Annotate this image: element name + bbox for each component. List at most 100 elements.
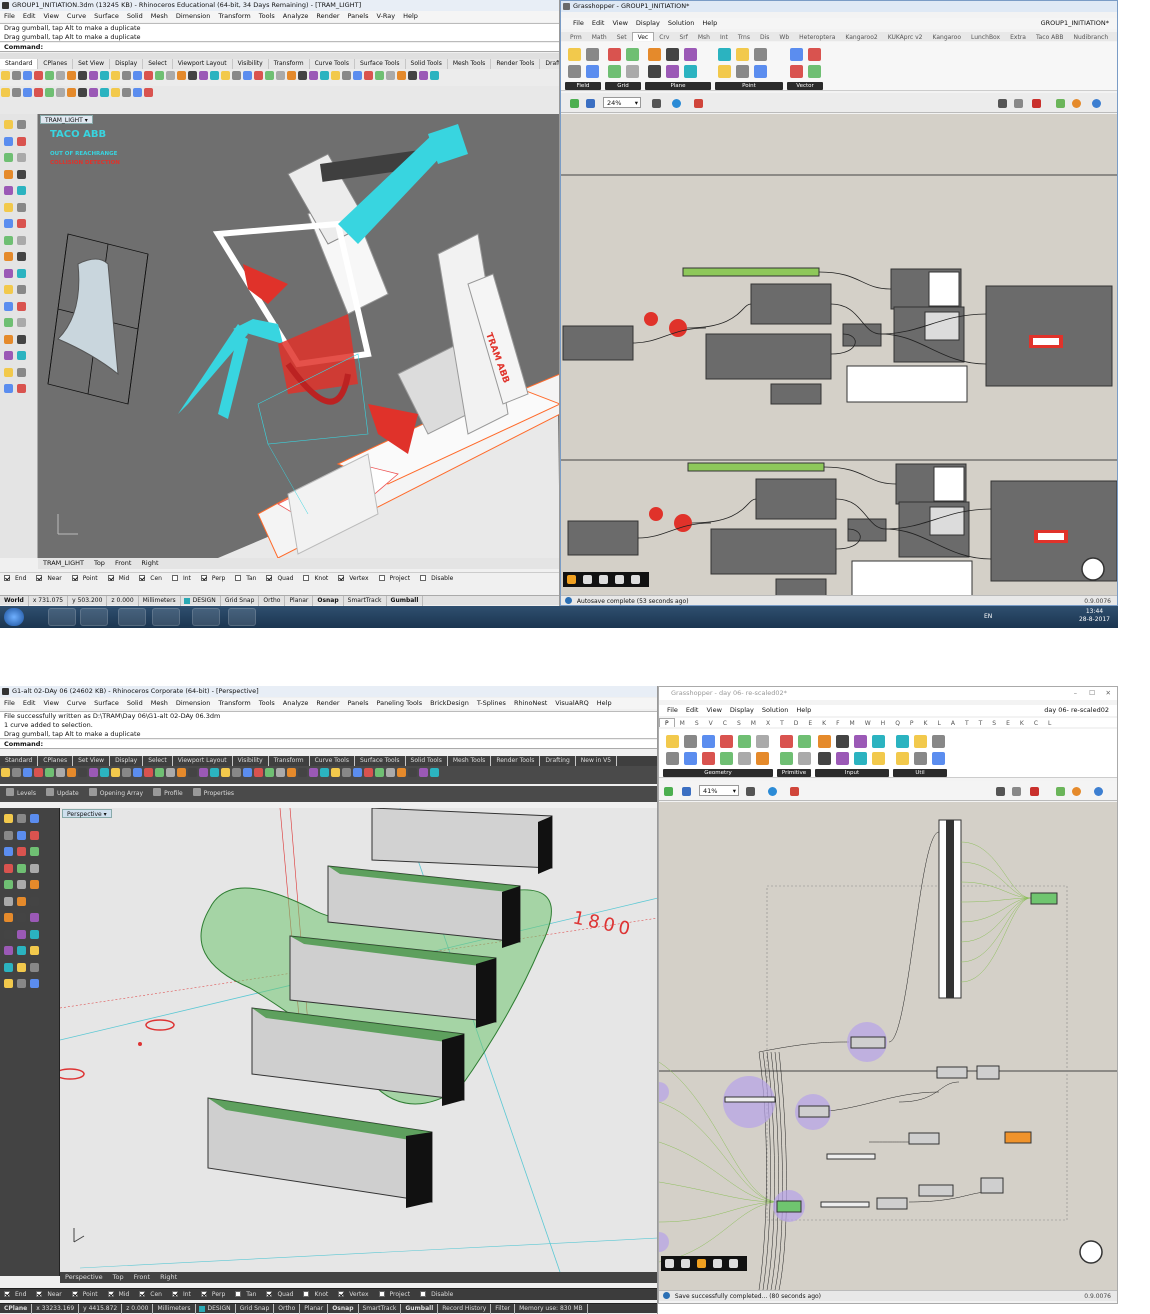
toolbar-icon[interactable] [210, 768, 219, 777]
tool-icon[interactable] [30, 962, 39, 972]
gh-tab[interactable]: Int [715, 33, 733, 41]
toolbar-tab[interactable]: Visibility [233, 59, 269, 69]
menu-item[interactable]: Solution [758, 705, 792, 716]
menu-item[interactable]: T-Splines [473, 698, 510, 709]
component-icon[interactable] [702, 752, 715, 765]
tool-icon[interactable] [4, 929, 13, 939]
toolbar-tab[interactable]: Standard [0, 756, 39, 766]
checkbox[interactable] [235, 1291, 242, 1297]
checkbox[interactable] [338, 575, 345, 581]
preview-off-icon[interactable] [998, 99, 1007, 108]
tool-icon[interactable] [17, 318, 26, 327]
tool-icon[interactable] [4, 120, 13, 129]
tool-icon[interactable] [4, 384, 13, 393]
tool-icon[interactable] [4, 169, 13, 179]
tool-icon[interactable] [17, 301, 26, 311]
toolbar-tab[interactable]: Transform [269, 59, 310, 69]
toolbar-icon[interactable] [430, 768, 439, 777]
gh-tab[interactable]: Msh [693, 33, 715, 41]
osnap-vertex[interactable]: Vertex [338, 1289, 373, 1301]
graph-icon[interactable] [713, 1259, 722, 1268]
gh-tab[interactable]: K [1015, 719, 1029, 727]
gh-tab[interactable]: K [919, 719, 933, 727]
tool-icon[interactable] [17, 219, 26, 228]
tool-icon[interactable] [17, 334, 26, 344]
component-icon[interactable] [666, 48, 679, 61]
menu-item[interactable]: Edit [19, 11, 40, 22]
graph-icon[interactable] [615, 575, 624, 584]
component-icon[interactable] [736, 65, 749, 78]
toolbar-icon[interactable] [133, 768, 142, 777]
toolbar-icon[interactable] [353, 71, 362, 80]
gh-tab[interactable]: A [946, 719, 960, 727]
checkbox[interactable] [235, 575, 242, 581]
status-layer[interactable]: DESIGN [196, 1304, 236, 1314]
zoom-extents-icon[interactable] [746, 787, 755, 796]
tool-icon[interactable] [4, 896, 13, 906]
tool-icon[interactable] [17, 252, 26, 261]
toolbar-icon[interactable] [276, 768, 285, 777]
gh-tab[interactable]: L [932, 719, 945, 727]
gh-tab[interactable]: Kangaroo2 [840, 33, 882, 41]
checkbox[interactable] [139, 1291, 146, 1297]
osnap-tan[interactable]: Tan [235, 1289, 261, 1301]
toolbar-icon[interactable] [232, 71, 241, 80]
gh-tab[interactable]: M [675, 719, 690, 727]
toolbar-icon[interactable] [45, 768, 54, 777]
tool-icon[interactable] [30, 863, 39, 873]
tool-icon[interactable] [4, 252, 13, 261]
osnap-quad[interactable]: Quad [266, 573, 298, 585]
component-icon[interactable] [684, 65, 697, 78]
command-prompt[interactable]: Command: [0, 43, 559, 52]
view-tab[interactable]: Perspective [60, 1272, 108, 1283]
toolbar-tab[interactable]: Transform [269, 756, 310, 766]
toolbar-icon[interactable] [375, 768, 384, 777]
tool-icon[interactable] [4, 351, 13, 360]
menu-item[interactable]: RhinoNest [510, 698, 551, 709]
tool-icon[interactable] [17, 202, 26, 212]
tool-icon[interactable] [17, 186, 26, 195]
component-group-label[interactable]: Field [565, 82, 601, 90]
component-icon[interactable] [738, 735, 751, 748]
toolbar-tab[interactable]: Solid Tools [406, 756, 448, 766]
toolbar-icon[interactable] [408, 71, 417, 80]
toolbar-icon[interactable] [188, 71, 197, 80]
toolbar-icon[interactable] [78, 71, 87, 80]
menu-item[interactable]: Curve [63, 11, 90, 22]
gh-tab[interactable]: Kangaroo [928, 33, 966, 41]
preview-off-icon[interactable] [996, 787, 1005, 796]
toolbar-tab[interactable]: Set View [73, 756, 111, 766]
toolbar-icon[interactable] [375, 71, 384, 80]
toolbar-icon[interactable] [155, 768, 164, 777]
osnap-knot[interactable]: Knot [303, 573, 333, 585]
toolbar-icon[interactable] [199, 71, 208, 80]
globe-icon[interactable] [1092, 99, 1101, 108]
menu-item[interactable]: Render [312, 11, 343, 22]
plugin-icon[interactable] [144, 88, 153, 97]
toolbar-icon[interactable] [408, 768, 417, 777]
toolbar-tab[interactable]: Mesh Tools [448, 756, 492, 766]
toolbar-icon[interactable] [309, 768, 318, 777]
toolbar-icon[interactable] [111, 71, 120, 80]
toolbar-tab[interactable]: Display [110, 59, 144, 69]
status-toggle[interactable]: Record History [438, 1304, 492, 1314]
status-toggle[interactable]: Grid Snap [221, 596, 260, 606]
toolbar-icon[interactable] [397, 71, 406, 80]
viewport-title-tab[interactable]: Perspective ▾ [62, 809, 112, 818]
toolbar-tab[interactable]: Render Tools [491, 59, 541, 69]
plugin-icon[interactable] [122, 88, 131, 97]
extra-toolbar-item[interactable]: Levels [6, 788, 36, 797]
internet-explorer-icon[interactable] [48, 608, 76, 626]
extra-toolbar-item[interactable]: Update [45, 788, 79, 797]
tool-icon[interactable] [17, 120, 26, 129]
gh-canvas[interactable] [659, 802, 1117, 1290]
save-icon[interactable] [586, 99, 595, 108]
component-group-label[interactable]: Point [715, 82, 783, 90]
toolbar-tab[interactable]: Surface Tools [355, 756, 406, 766]
component-icon[interactable] [756, 735, 769, 748]
viewport-perspective[interactable]: 1800 Perspective ▾ [60, 808, 657, 1272]
osnap-knot[interactable]: Knot [303, 1289, 333, 1301]
plugin-icon[interactable] [89, 88, 98, 97]
zoom-extents-icon[interactable] [652, 99, 661, 108]
tool-icon[interactable] [4, 814, 13, 823]
